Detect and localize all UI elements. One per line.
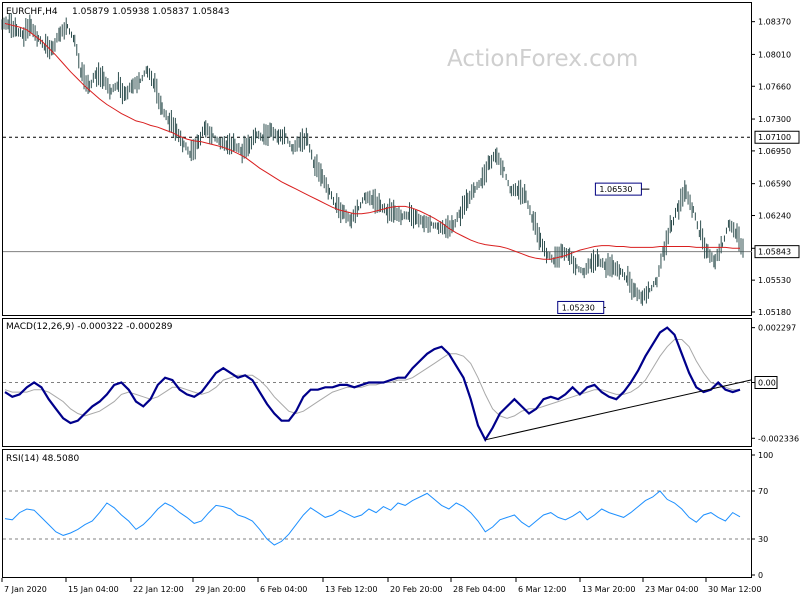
time-axis-label: 30 Mar 12:00 xyxy=(708,585,761,594)
rsi-axis-tick-label: 70 xyxy=(758,487,768,496)
price-axis-tick-label: 1.06950 xyxy=(758,147,791,156)
time-axis-label: 13 Feb 12:00 xyxy=(325,585,377,594)
macd-title: MACD(12,26,9) -0.000322 -0.000289 xyxy=(6,322,173,332)
last-price-label: 1.05843 xyxy=(758,248,791,257)
time-axis-label: 13 Mar 20:00 xyxy=(582,585,635,594)
time-axis-label: 29 Jan 20:00 xyxy=(195,585,246,594)
price-axis-tick-label: 1.07300 xyxy=(758,115,791,124)
price-axis-tick-label: 1.06590 xyxy=(758,180,791,189)
time-axis-label: 6 Feb 04:00 xyxy=(260,585,307,594)
rsi-title: RSI(14) 48.5080 xyxy=(6,454,79,464)
macd-axis-tick-label: 0.002297 xyxy=(758,324,796,333)
macd-axis-tick-label: -0.002336 xyxy=(758,434,799,443)
price-axis-tick-label: 1.05180 xyxy=(758,308,791,317)
price-panel xyxy=(2,2,752,316)
time-axis-label: 22 Jan 12:00 xyxy=(133,585,184,594)
forex-chart: EURCHF,H4 1.05879 1.05938 1.05837 1.0584… xyxy=(1,2,800,594)
rsi-axis-tick-label: 100 xyxy=(758,451,773,460)
price-annotation-label: 1.05230 xyxy=(562,303,595,312)
price-axis-tick-label: 1.07660 xyxy=(758,82,791,91)
watermark: ActionForex.com xyxy=(447,46,638,72)
rsi-axis-tick-label: 0 xyxy=(758,571,763,580)
price-axis-tick-label: 1.08370 xyxy=(758,18,791,27)
price-axis-tick-label: 1.05530 xyxy=(758,276,791,285)
rsi-axis-tick-label: 30 xyxy=(758,535,768,544)
price-annotation-label: 1.06530 xyxy=(599,185,632,194)
rsi-panel xyxy=(2,449,752,578)
time-axis-label: 15 Jan 04:00 xyxy=(68,585,119,594)
time-axis-label: 20 Feb 20:00 xyxy=(390,585,442,594)
ohlc-readout: 1.05879 1.05938 1.05837 1.05843 xyxy=(72,7,229,17)
price-axis-tick-label: 1.08010 xyxy=(758,50,791,59)
macd-signal-value: 0.00 xyxy=(758,379,776,388)
price-axis-tick-label: 1.06240 xyxy=(758,212,791,221)
time-axis-label: 23 Mar 04:00 xyxy=(645,585,698,594)
symbol-label: EURCHF,H4 xyxy=(6,7,58,17)
time-axis-label: 7 Jan 2020 xyxy=(4,585,47,594)
time-axis-label: 28 Feb 04:00 xyxy=(453,585,505,594)
time-axis-label: 6 Mar 12:00 xyxy=(518,585,566,594)
resistance-level-label: 1.07100 xyxy=(758,133,791,142)
